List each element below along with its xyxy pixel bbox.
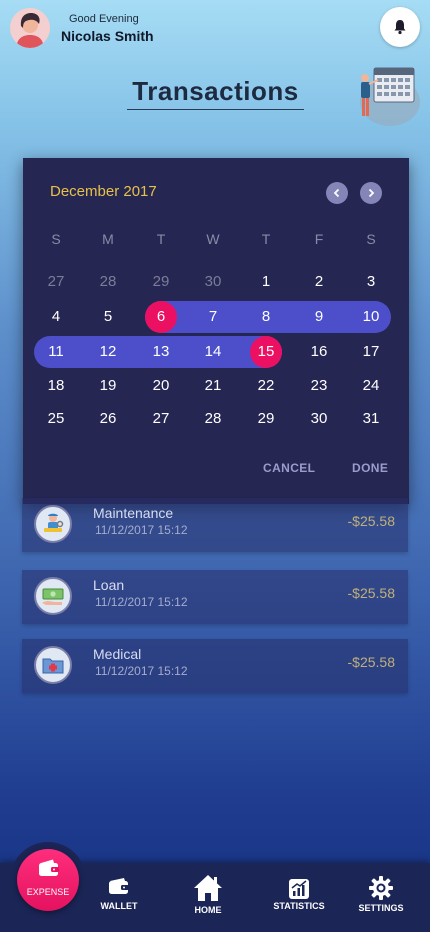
greeting-text: Good Evening bbox=[69, 13, 139, 25]
transaction-name: Loan bbox=[93, 577, 125, 593]
calendar-month-label: December 2017 bbox=[50, 183, 157, 200]
calendar-day[interactable]: 13 bbox=[145, 336, 177, 368]
title-underline bbox=[127, 109, 304, 110]
nav-home[interactable]: HOME bbox=[173, 863, 243, 932]
transaction-amount: -$25.58 bbox=[347, 585, 395, 601]
calendar-day[interactable]: 30 bbox=[197, 266, 229, 298]
nav-statistics-label: STATISTICS bbox=[273, 901, 325, 911]
calendar-day[interactable]: 16 bbox=[303, 336, 335, 368]
nav-wallet[interactable]: WALLET bbox=[84, 863, 154, 932]
calendar-day[interactable]: 27 bbox=[40, 266, 72, 298]
calendar-day[interactable]: 17 bbox=[355, 336, 387, 368]
transaction-item-maintenance[interactable]: Maintenance 11/12/2017 15:12 -$25.58 bbox=[22, 498, 408, 552]
bell-icon bbox=[394, 20, 406, 35]
transaction-name: Maintenance bbox=[93, 505, 174, 521]
calendar-day[interactable]: 23 bbox=[303, 370, 335, 402]
transaction-amount: -$25.58 bbox=[347, 513, 395, 529]
calendar-day[interactable]: 19 bbox=[92, 370, 124, 402]
statistics-icon bbox=[289, 879, 309, 899]
calendar-day[interactable]: 31 bbox=[355, 403, 387, 435]
chevron-left-icon bbox=[333, 188, 340, 198]
home-icon bbox=[194, 875, 222, 901]
weekday-label: S bbox=[366, 231, 376, 247]
expense-button[interactable]: EXPENSE bbox=[17, 849, 79, 911]
page-title: Transactions bbox=[132, 76, 299, 106]
cash-loan-icon bbox=[34, 577, 72, 615]
calendar-day[interactable]: 29 bbox=[145, 266, 177, 298]
nav-home-label: HOME bbox=[194, 905, 222, 915]
notification-button[interactable] bbox=[380, 7, 420, 47]
calendar-day[interactable]: 22 bbox=[250, 370, 282, 402]
user-avatar-icon bbox=[10, 8, 50, 48]
transaction-date: 11/12/2017 15:12 bbox=[95, 664, 188, 678]
transaction-item-medical[interactable]: Medical 11/12/2017 15:12 -$25.58 bbox=[22, 639, 408, 693]
cancel-button[interactable]: CANCEL bbox=[263, 461, 315, 475]
user-name: Nicolas Smith bbox=[61, 28, 154, 44]
chevron-right-icon bbox=[368, 188, 375, 198]
transaction-date: 11/12/2017 15:12 bbox=[95, 595, 188, 609]
previous-month-button[interactable] bbox=[326, 182, 348, 204]
calendar-day[interactable]: 27 bbox=[145, 403, 177, 435]
calendar-day[interactable]: 20 bbox=[145, 370, 177, 402]
done-button[interactable]: DONE bbox=[352, 461, 388, 475]
weekday-label: T bbox=[261, 231, 271, 247]
calendar-day[interactable]: 5 bbox=[92, 301, 124, 333]
calendar-day[interactable]: 6 bbox=[145, 301, 177, 333]
calendar-day[interactable]: 21 bbox=[197, 370, 229, 402]
nav-statistics[interactable]: STATISTICS bbox=[264, 863, 334, 932]
wallet-icon bbox=[109, 878, 129, 894]
calendar-day[interactable]: 1 bbox=[250, 266, 282, 298]
nav-settings-label: SETTINGS bbox=[358, 903, 404, 913]
transaction-name: Medical bbox=[93, 646, 142, 662]
calendar-day[interactable]: 9 bbox=[303, 301, 335, 333]
calendar-day[interactable]: 14 bbox=[197, 336, 229, 368]
calendar-day[interactable]: 25 bbox=[40, 403, 72, 435]
calendar-day[interactable]: 15 bbox=[250, 336, 282, 368]
calendar-day[interactable]: 18 bbox=[40, 370, 72, 402]
avatar[interactable] bbox=[10, 8, 50, 48]
calendar-person-illustration bbox=[360, 67, 420, 126]
weekday-label: T bbox=[156, 231, 166, 247]
weekday-label: W bbox=[206, 231, 220, 247]
nav-settings[interactable]: SETTINGS bbox=[346, 863, 416, 932]
expense-label: EXPENSE bbox=[26, 887, 70, 897]
calendar-day[interactable]: 24 bbox=[355, 370, 387, 402]
calendar-day[interactable]: 7 bbox=[197, 301, 229, 333]
transaction-item-loan[interactable]: Loan 11/12/2017 15:12 -$25.58 bbox=[22, 570, 408, 624]
calendar-day[interactable]: 10 bbox=[355, 301, 387, 333]
calendar-day[interactable]: 30 bbox=[303, 403, 335, 435]
weekday-label: S bbox=[51, 231, 61, 247]
calendar-day[interactable]: 2 bbox=[303, 266, 335, 298]
maintenance-worker-icon bbox=[34, 505, 72, 543]
calendar-day[interactable]: 28 bbox=[197, 403, 229, 435]
weekday-label: M bbox=[102, 231, 114, 247]
calendar-day[interactable]: 26 bbox=[92, 403, 124, 435]
calendar-day[interactable]: 4 bbox=[40, 301, 72, 333]
calendar-day[interactable]: 12 bbox=[92, 336, 124, 368]
calendar-day[interactable]: 3 bbox=[355, 266, 387, 298]
gear-icon bbox=[369, 876, 393, 900]
transaction-amount: -$25.58 bbox=[347, 654, 395, 670]
date-range-picker[interactable]: December 2017 S M T W T F S 27 28 29 30 1 2 3 4… bbox=[23, 158, 409, 504]
calendar-day[interactable]: 11 bbox=[40, 336, 72, 368]
weekday-label: F bbox=[314, 231, 324, 247]
calendar-day[interactable]: 8 bbox=[250, 301, 282, 333]
wallet-icon bbox=[39, 859, 59, 876]
transaction-date: 11/12/2017 15:12 bbox=[95, 523, 188, 537]
next-month-button[interactable] bbox=[360, 182, 382, 204]
medical-folder-icon bbox=[34, 646, 72, 684]
nav-wallet-label: WALLET bbox=[100, 901, 138, 911]
calendar-day[interactable]: 28 bbox=[92, 266, 124, 298]
calendar-day[interactable]: 29 bbox=[250, 403, 282, 435]
